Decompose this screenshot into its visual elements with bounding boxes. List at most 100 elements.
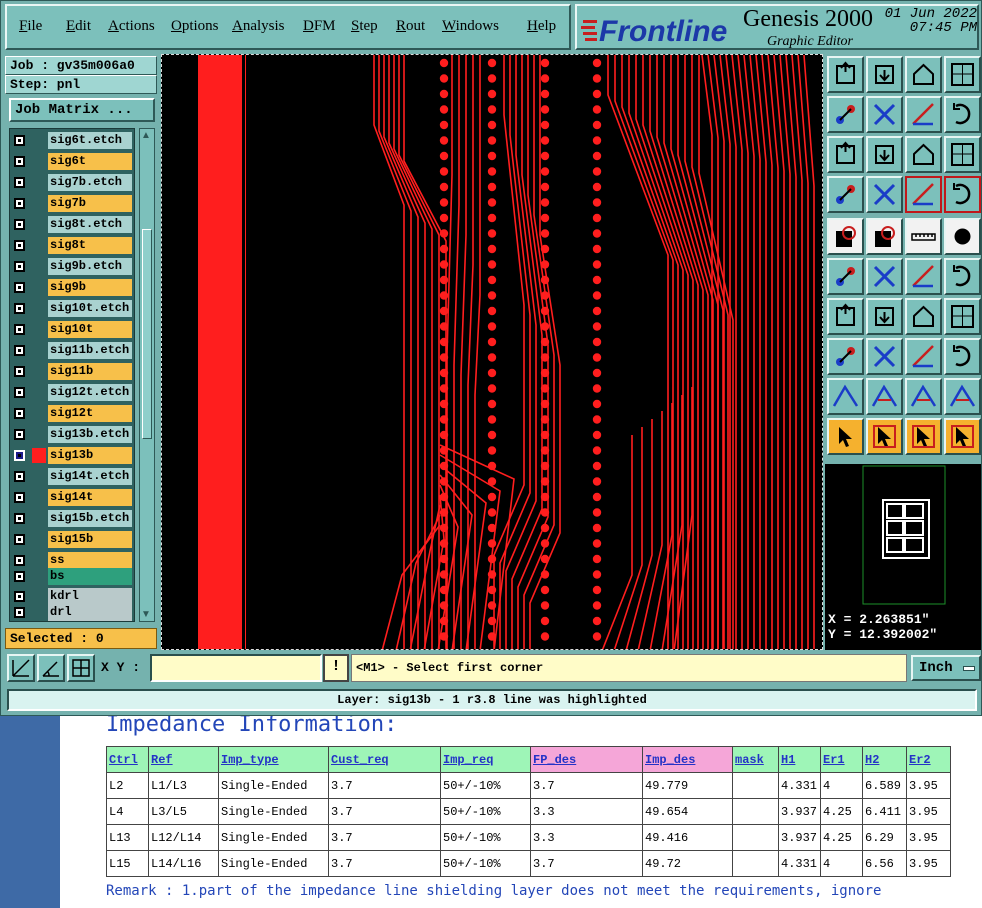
- layer-checkbox[interactable]: [14, 177, 25, 188]
- layer-row[interactable]: sig10t.etch: [10, 299, 134, 318]
- layer-row[interactable]: sig12t: [10, 404, 134, 423]
- grid-tool-button[interactable]: [866, 176, 903, 213]
- triangle-tool-button[interactable]: [827, 378, 864, 415]
- layer-row[interactable]: sig6t.etch: [10, 131, 134, 150]
- arc-tool-button[interactable]: [905, 378, 942, 415]
- cross-tool-button[interactable]: [866, 258, 903, 295]
- layer-row[interactable]: bs: [10, 567, 134, 586]
- symbol-tool-button[interactable]: [944, 338, 981, 375]
- help-tool-button[interactable]: [944, 136, 981, 173]
- layer-row[interactable]: sig7b.etch: [10, 173, 134, 192]
- pan-right-tool-button[interactable]: [866, 96, 903, 133]
- circle-tool-button[interactable]: [944, 218, 981, 255]
- layer-checkbox[interactable]: [14, 429, 25, 440]
- layer-checkbox[interactable]: [14, 261, 25, 272]
- pad-add-tool-button[interactable]: [827, 338, 864, 375]
- pan-left-tool-button[interactable]: [827, 96, 864, 133]
- menu-help[interactable]: Help: [527, 18, 556, 35]
- layer-row[interactable]: sig8t: [10, 236, 134, 255]
- menu-actions[interactable]: Actions: [108, 18, 155, 35]
- zoom-fit-tool-button[interactable]: [866, 56, 903, 93]
- line-tool-button[interactable]: [866, 298, 903, 335]
- pad-tool-button[interactable]: [827, 218, 864, 255]
- menu-edit[interactable]: Edit: [66, 18, 91, 35]
- layer-checkbox[interactable]: [14, 591, 25, 602]
- scroll-down-icon[interactable]: ▼: [141, 609, 151, 620]
- layer-row[interactable]: sig11b.etch: [10, 341, 134, 360]
- measure-tool-button[interactable]: [827, 176, 864, 213]
- layer-checkbox[interactable]: [14, 555, 25, 566]
- menu-step[interactable]: Step: [351, 18, 378, 35]
- layer-checkbox[interactable]: [14, 156, 25, 167]
- snap-tool-button[interactable]: [944, 96, 981, 133]
- layer-checkbox[interactable]: [14, 345, 25, 356]
- scroll-thumb[interactable]: [142, 229, 152, 439]
- layer-checkbox[interactable]: [14, 471, 25, 482]
- home-tool-button[interactable]: [905, 56, 942, 93]
- zoom-in-tool-button[interactable]: [827, 136, 864, 173]
- grid-toggle-button[interactable]: [67, 654, 95, 682]
- layer-checkbox[interactable]: [14, 324, 25, 335]
- dash-tool-button[interactable]: [866, 338, 903, 375]
- net-tool-button[interactable]: [944, 176, 981, 213]
- mirror-tool-button[interactable]: [944, 298, 981, 335]
- layer-row[interactable]: sig9b.etch: [10, 257, 134, 276]
- menu-rout[interactable]: Rout: [396, 18, 425, 35]
- menu-analysis[interactable]: Analysis: [232, 18, 285, 35]
- layer-row[interactable]: sig14t.etch: [10, 467, 134, 486]
- ruler-tool-button[interactable]: [905, 218, 942, 255]
- rotate-tool-button[interactable]: [905, 298, 942, 335]
- layer-row[interactable]: sig6t: [10, 152, 134, 171]
- layer-checkbox[interactable]: [14, 450, 25, 461]
- xy-input[interactable]: [150, 654, 322, 682]
- angle-snap-button[interactable]: [37, 654, 65, 682]
- layer-checkbox[interactable]: [14, 219, 25, 230]
- layer-checkbox[interactable]: [14, 571, 25, 582]
- layer-checkbox[interactable]: [14, 387, 25, 398]
- scale-1-2-tool-button[interactable]: [905, 136, 942, 173]
- surface-tool-button[interactable]: [866, 218, 903, 255]
- layer-checkbox[interactable]: [14, 408, 25, 419]
- pcb-artwork[interactable]: [162, 55, 823, 650]
- layer-checkbox[interactable]: [14, 366, 25, 377]
- layer-checkbox[interactable]: [14, 198, 25, 209]
- redraw-tool-button[interactable]: [905, 96, 942, 133]
- layer-row[interactable]: sig8t.etch: [10, 215, 134, 234]
- copy-tool-button[interactable]: [944, 258, 981, 295]
- select-box-tool-button[interactable]: [866, 418, 903, 455]
- layer-row[interactable]: drl: [10, 603, 134, 621]
- layer-checkbox[interactable]: [14, 513, 25, 524]
- units-select[interactable]: Inch: [911, 655, 981, 681]
- select-circle-tool-button[interactable]: [905, 418, 942, 455]
- menu-windows[interactable]: Windows: [442, 18, 499, 35]
- layer-row[interactable]: sig15b.etch: [10, 509, 134, 528]
- menu-options[interactable]: Options: [171, 18, 219, 35]
- layer-checkbox[interactable]: [14, 135, 25, 146]
- layer-checkbox[interactable]: [14, 607, 25, 618]
- select-net-tool-button[interactable]: [944, 418, 981, 455]
- zoom-window-tool-button[interactable]: [944, 56, 981, 93]
- layer-row[interactable]: sig13b: [10, 446, 134, 465]
- layer-checkbox[interactable]: [14, 282, 25, 293]
- layer-row[interactable]: sig14t: [10, 488, 134, 507]
- layer-checkbox[interactable]: [14, 492, 25, 503]
- angle-tool-button[interactable]: [827, 298, 864, 335]
- move-tool-button[interactable]: [905, 258, 942, 295]
- vertex-tool-button[interactable]: [866, 378, 903, 415]
- zoom-out-tool-button[interactable]: [866, 136, 903, 173]
- layer-row[interactable]: sig10t: [10, 320, 134, 339]
- menu-dfm[interactable]: DFM: [303, 18, 336, 35]
- exclaim-button[interactable]: !: [323, 654, 349, 682]
- job-matrix-button[interactable]: Job Matrix ...: [9, 98, 155, 122]
- scroll-up-icon[interactable]: ▲: [141, 130, 151, 141]
- snap-grid-button[interactable]: [7, 654, 35, 682]
- layer-checkbox[interactable]: [14, 240, 25, 251]
- layer-compare-tool-button[interactable]: [905, 176, 942, 213]
- layer-row[interactable]: sig12t.etch: [10, 383, 134, 402]
- connect-tool-button[interactable]: [827, 258, 864, 295]
- layer-list-scrollbar[interactable]: ▲ ▼: [139, 128, 155, 622]
- overview-map[interactable]: [825, 464, 981, 606]
- layer-checkbox[interactable]: [14, 534, 25, 545]
- layer-row[interactable]: sig9b: [10, 278, 134, 297]
- menu-file[interactable]: File: [19, 18, 42, 35]
